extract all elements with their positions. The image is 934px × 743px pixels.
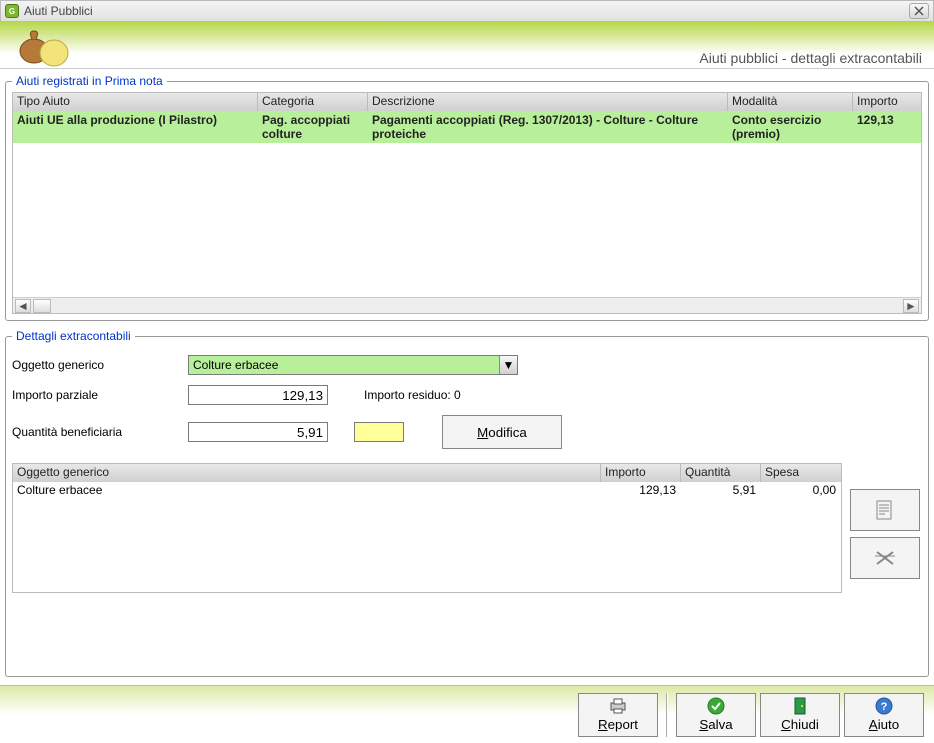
quantita-input[interactable] — [188, 422, 328, 442]
delete-icon — [871, 546, 899, 570]
svg-text:?: ? — [881, 701, 888, 713]
banner: Aiuti pubblici - dettagli extracontabili — [0, 22, 934, 69]
cell-importo: 129,13 — [853, 111, 911, 143]
scroll-thumb[interactable] — [33, 299, 51, 313]
cell-importo: 129,13 — [601, 482, 681, 500]
col-descrizione[interactable]: Descrizione — [368, 93, 728, 111]
cell-quantita: 5,91 — [681, 482, 761, 500]
col-importo2[interactable]: Importo — [601, 464, 681, 482]
close-button[interactable] — [909, 3, 929, 19]
dettagli-grid-header: Oggetto generico Importo Quantità Spesa — [13, 464, 841, 482]
form-area: Oggetto generico Colture erbacee ▼ Impor… — [12, 355, 922, 449]
col-modalita[interactable]: Modalità — [728, 93, 853, 111]
table-row[interactable]: Colture erbacee 129,13 5,91 0,00 — [13, 482, 841, 500]
help-icon: ? — [875, 697, 893, 715]
residuo-value: 0 — [454, 388, 461, 402]
window-title: Aiuti Pubblici — [24, 4, 93, 18]
importo-residuo-label: Importo residuo: 0 — [364, 388, 922, 402]
cell-modalita: Conto esercizio (premio) — [728, 111, 853, 143]
dettagli-legend: Dettagli extracontabili — [12, 329, 135, 343]
importo-parziale-input[interactable] — [188, 385, 328, 405]
cell-descrizione: Pagamenti accoppiati (Reg. 1307/2013) - … — [368, 111, 728, 143]
residuo-prefix: Importo residuo: — [364, 388, 454, 402]
label-importo-parziale: Importo parziale — [12, 388, 182, 402]
row3-extras: Modifica — [354, 415, 922, 449]
prima-nota-body: Aiuti UE alla produzione (I Pilastro) Pa… — [13, 111, 921, 297]
col-spesa[interactable]: Spesa — [761, 464, 841, 482]
delete-button[interactable] — [850, 537, 920, 579]
dettagli-fieldset: Dettagli extracontabili Oggetto generico… — [5, 329, 929, 677]
banner-title: Aiuti pubblici - dettagli extracontabili — [699, 50, 922, 66]
scroll-right-arrow[interactable]: ► — [903, 299, 919, 313]
footer-divider — [666, 693, 668, 737]
aiuto-button[interactable]: ? Aiuto — [844, 693, 924, 737]
app-icon: G — [5, 4, 19, 18]
title-bar: G Aiuti Pubblici — [0, 0, 934, 22]
label-oggetto: Oggetto generico — [12, 358, 182, 372]
footer: Report Salva Chiudi ? Aiuto — [0, 685, 934, 743]
col-quantita[interactable]: Quantità — [681, 464, 761, 482]
scroll-left-arrow[interactable]: ◄ — [15, 299, 31, 313]
cell-categoria: Pag. accoppiati colture — [258, 111, 368, 143]
col-importo[interactable]: Importo — [853, 93, 911, 111]
edit-button[interactable] — [850, 489, 920, 531]
door-icon — [793, 697, 807, 715]
close-icon — [914, 6, 924, 16]
bottom-grid-wrap: Oggetto generico Importo Quantità Spesa … — [12, 463, 922, 593]
cell-tipo: Aiuti UE alla produzione (I Pilastro) — [13, 111, 258, 143]
prima-nota-grid[interactable]: Tipo Aiuto Categoria Descrizione Modalit… — [12, 92, 922, 314]
cell-spesa: 0,00 — [761, 482, 841, 500]
document-edit-icon — [871, 498, 899, 522]
chevron-down-icon[interactable]: ▼ — [499, 356, 517, 374]
chiudi-button[interactable]: Chiudi — [760, 693, 840, 737]
modifica-button[interactable]: Modifica — [442, 415, 562, 449]
horizontal-scrollbar[interactable]: ◄ ► — [13, 297, 921, 313]
printer-icon — [608, 697, 628, 715]
col-categoria[interactable]: Categoria — [258, 93, 368, 111]
side-buttons — [842, 463, 922, 593]
banner-logo-icon — [8, 25, 88, 67]
unit-input[interactable] — [354, 422, 404, 442]
prima-nota-header: Tipo Aiuto Categoria Descrizione Modalit… — [13, 93, 921, 111]
col-tipo[interactable]: Tipo Aiuto — [13, 93, 258, 111]
label-quantita: Quantità beneficiaria — [12, 425, 182, 439]
prima-nota-fieldset: Aiuti registrati in Prima nota Tipo Aiut… — [5, 74, 929, 321]
col-oggetto[interactable]: Oggetto generico — [13, 464, 601, 482]
cell-oggetto: Colture erbacee — [13, 482, 601, 500]
check-circle-icon — [707, 697, 725, 715]
oggetto-value: Colture erbacee — [189, 358, 499, 372]
salva-button[interactable]: Salva — [676, 693, 756, 737]
dettagli-grid[interactable]: Oggetto generico Importo Quantità Spesa … — [12, 463, 842, 593]
table-row[interactable]: Aiuti UE alla produzione (I Pilastro) Pa… — [13, 111, 921, 143]
content-area: Aiuti registrati in Prima nota Tipo Aiut… — [0, 69, 934, 685]
report-button[interactable]: Report — [578, 693, 658, 737]
oggetto-combo[interactable]: Colture erbacee ▼ — [188, 355, 518, 375]
prima-nota-legend: Aiuti registrati in Prima nota — [12, 74, 167, 88]
